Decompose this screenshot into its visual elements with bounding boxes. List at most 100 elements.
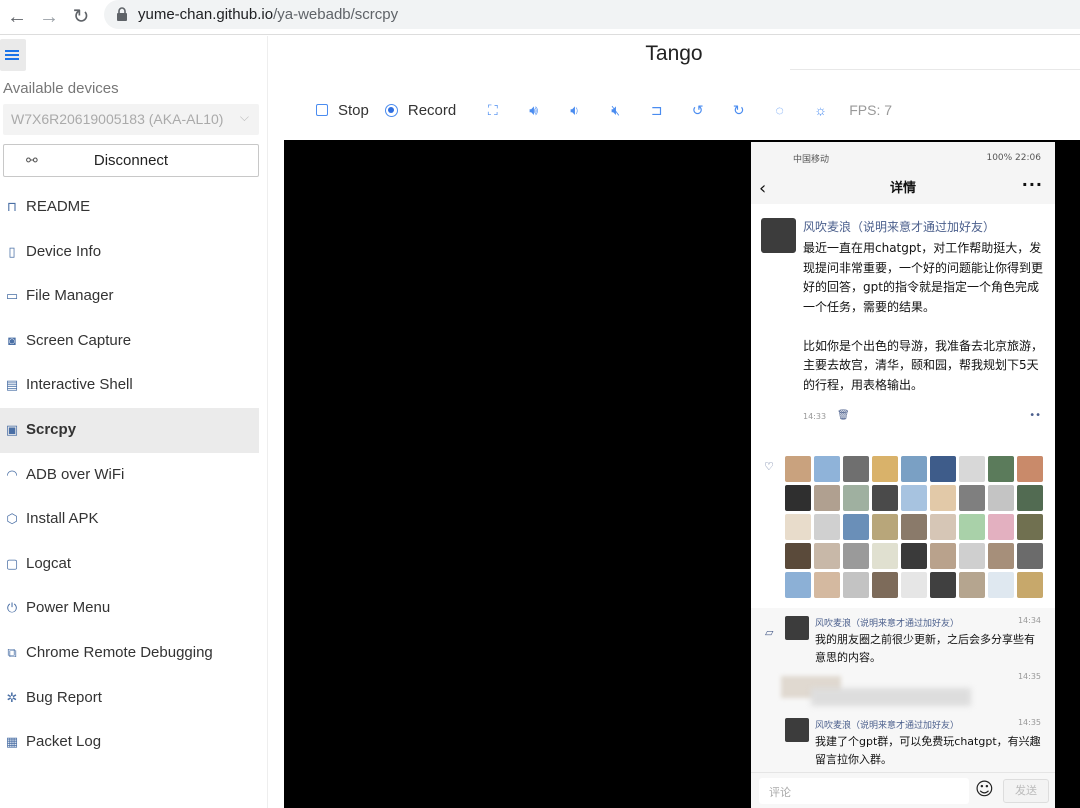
sidebar-item-file-manager[interactable]: ▭ File Manager	[0, 274, 259, 319]
send-button[interactable]: 发送	[1003, 779, 1049, 803]
liker-avatar[interactable]	[988, 543, 1014, 569]
comment-input[interactable]: 评论	[759, 778, 969, 804]
volume-down-icon[interactable]: 🔉︎	[554, 102, 595, 119]
liker-avatar[interactable]	[1017, 514, 1043, 540]
page-title: Tango	[645, 42, 703, 65]
liker-avatar[interactable]	[785, 572, 811, 598]
lock-icon	[117, 7, 127, 21]
liker-avatar[interactable]	[814, 456, 840, 482]
liker-avatar[interactable]	[843, 572, 869, 598]
sidebar-item-label: Power Menu	[26, 599, 111, 617]
sidebar-item-device-info[interactable]: ▯ Device Info	[0, 230, 259, 275]
volume-up-icon[interactable]: 🔊︎	[513, 102, 554, 119]
liker-avatar[interactable]	[843, 514, 869, 540]
liker-avatar[interactable]	[930, 543, 956, 569]
comment-author[interactable]: 风吹麦浪（说明来意才通过加好友）	[815, 718, 959, 731]
fullscreen-icon[interactable]: ⛶	[472, 102, 513, 119]
lightbulb-on-icon[interactable]: ☼	[800, 102, 841, 118]
liker-avatar[interactable]	[785, 543, 811, 569]
liker-avatar[interactable]	[814, 543, 840, 569]
post-author[interactable]: 风吹麦浪（说明来意才通过加好友）	[803, 218, 1045, 235]
sidebar-item-packet-log[interactable]: ▦ Packet Log	[0, 720, 259, 765]
liker-avatar[interactable]	[814, 572, 840, 598]
rotate-right-icon[interactable]: ↻	[718, 102, 759, 119]
stop-button[interactable]: Stop	[316, 102, 369, 119]
liker-avatar[interactable]	[872, 543, 898, 569]
sidebar-item-readme[interactable]: ⊓ README	[0, 185, 259, 230]
liker-avatar[interactable]	[843, 543, 869, 569]
avatar[interactable]	[785, 616, 809, 640]
sidebar-item-logcat[interactable]: ▢ Logcat	[0, 542, 259, 587]
trash-icon[interactable]: 🗑︎	[837, 410, 850, 421]
device-select[interactable]: W7X6R20619005183 (AKA-AL10) ⌵	[3, 104, 259, 135]
liker-avatar[interactable]	[872, 514, 898, 540]
lightbulb-icon[interactable]: ◌	[759, 102, 800, 118]
liker-avatar[interactable]	[901, 485, 927, 511]
sidebar-item-label: ADB over WiFi	[26, 465, 125, 483]
liker-avatar[interactable]	[872, 485, 898, 511]
liker-avatar[interactable]	[988, 485, 1014, 511]
liker-avatar[interactable]	[785, 485, 811, 511]
sidebar-item-install-apk[interactable]: ⬡ Install APK	[0, 497, 259, 542]
liker-avatar[interactable]	[930, 485, 956, 511]
back-icon[interactable]: ←	[4, 4, 30, 30]
liker-avatar[interactable]	[843, 485, 869, 511]
liker-avatar[interactable]	[843, 456, 869, 482]
sidebar-item-interactive-shell[interactable]: ▤ Interactive Shell	[0, 363, 259, 408]
emoji-icon[interactable]: ☺	[975, 779, 994, 800]
liker-avatar[interactable]	[959, 572, 985, 598]
liker-avatar[interactable]	[959, 485, 985, 511]
sidebar-item-power-menu[interactable]: ⏻ Power Menu	[0, 586, 259, 631]
liker-avatar[interactable]	[1017, 543, 1043, 569]
liker-avatar[interactable]	[901, 456, 927, 482]
comment-dots-icon[interactable]: ••	[1029, 410, 1041, 421]
avatar[interactable]	[785, 718, 809, 742]
forward-icon[interactable]: →	[36, 4, 62, 30]
device-screen-view[interactable]: 中国移动 100% 22:06 ‹ 详情 ··· 风吹麦浪（说明来意才通过加好友…	[284, 140, 1080, 808]
record-button[interactable]: Record	[384, 102, 456, 119]
liker-avatar[interactable]	[785, 514, 811, 540]
sidebar-item-chrome-remote-debugging[interactable]: ⧉ Chrome Remote Debugging	[0, 631, 259, 676]
device-select-value: W7X6R20619005183 (AKA-AL10)	[11, 111, 224, 127]
sidebar-item-scrcpy[interactable]: ▣ Scrcpy	[0, 407, 259, 453]
liker-avatar[interactable]	[1017, 572, 1043, 598]
liker-avatar[interactable]	[930, 572, 956, 598]
rotate-left-icon[interactable]: ↺	[677, 102, 718, 119]
liker-avatar[interactable]	[930, 456, 956, 482]
comment-author[interactable]: 风吹麦浪（说明来意才通过加好友）	[815, 616, 959, 629]
more-icon[interactable]: ···	[1022, 172, 1043, 198]
liker-avatar[interactable]	[1017, 485, 1043, 511]
liker-avatar[interactable]	[872, 572, 898, 598]
disconnect-label: Disconnect	[93, 152, 169, 169]
disconnect-button[interactable]: ⚯ Disconnect	[3, 144, 259, 177]
sidebar-item-screen-capture[interactable]: ◙ Screen Capture	[0, 319, 259, 364]
liker-avatar[interactable]	[988, 456, 1014, 482]
liker-avatar[interactable]	[959, 543, 985, 569]
liker-avatar[interactable]	[959, 456, 985, 482]
screen-off-icon[interactable]: ⊐	[636, 102, 677, 119]
liker-avatar[interactable]	[1017, 456, 1043, 482]
liker-avatar[interactable]	[901, 543, 927, 569]
back-icon[interactable]: ‹	[759, 176, 766, 202]
address-bar[interactable]: yume-chan.github.io/ya-webadb/scrcpy	[104, 0, 1080, 29]
phone-screen[interactable]: 中国移动 100% 22:06 ‹ 详情 ··· 风吹麦浪（说明来意才通过加好友…	[751, 142, 1055, 808]
sidebar-item-bug-report[interactable]: ✲ Bug Report	[0, 676, 259, 721]
liker-avatar[interactable]	[988, 572, 1014, 598]
avatar[interactable]	[761, 218, 796, 253]
menu-icon[interactable]	[0, 39, 26, 71]
reload-icon[interactable]: ↻	[68, 4, 94, 30]
volume-mute-icon[interactable]: 🔇︎	[595, 102, 636, 119]
liker-avatar[interactable]	[814, 514, 840, 540]
sidebar-item-adb-over-wifi[interactable]: ◠ ADB over WiFi	[0, 453, 259, 498]
liker-avatar[interactable]	[959, 514, 985, 540]
header-divider	[790, 40, 1080, 70]
liker-avatar[interactable]	[901, 514, 927, 540]
liker-avatar[interactable]	[988, 514, 1014, 540]
sidebar-item-label: Device Info	[26, 242, 102, 260]
liker-avatar[interactable]	[872, 456, 898, 482]
liker-avatar[interactable]	[930, 514, 956, 540]
liker-avatar[interactable]	[814, 485, 840, 511]
sidebar-item-label: Logcat	[26, 554, 72, 572]
liker-avatar[interactable]	[901, 572, 927, 598]
liker-avatar[interactable]	[785, 456, 811, 482]
